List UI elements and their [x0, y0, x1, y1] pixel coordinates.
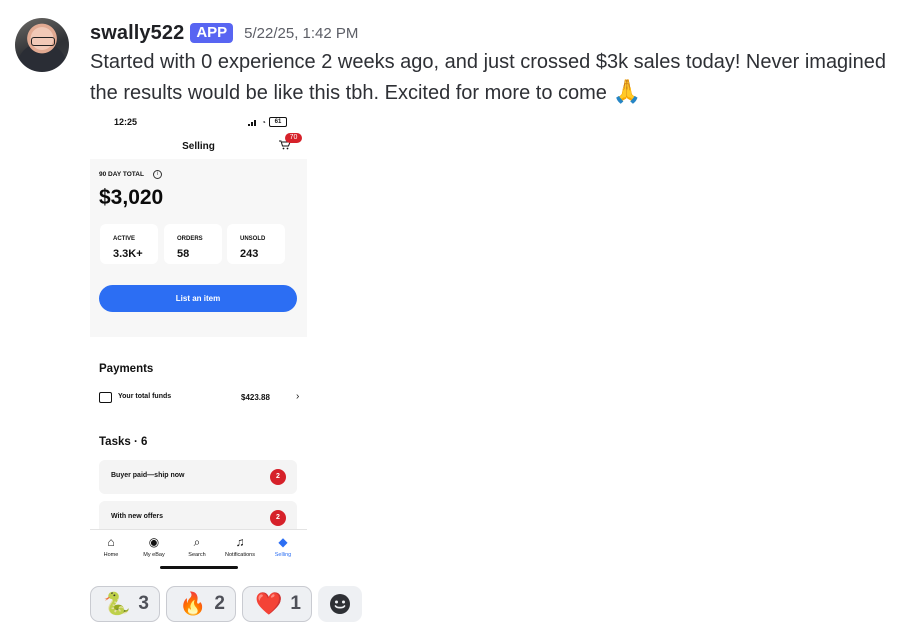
- reaction-fire[interactable]: 🔥 2: [165, 586, 236, 622]
- stat-orders: ORDERS 58: [164, 224, 222, 264]
- add-reaction-button[interactable]: [317, 586, 362, 622]
- task-label: Buyer paid—ship now: [111, 472, 185, 479]
- user-avatar[interactable]: [15, 18, 69, 72]
- tab-my-ebay: ◉ My eBay: [133, 535, 175, 558]
- tasks-title: Tasks · 6: [99, 436, 148, 448]
- stat-label: UNSOLD: [240, 236, 266, 242]
- payments-title: Payments: [99, 363, 154, 375]
- message-content: Started with 0 experience 2 weeks ago, a…: [90, 48, 900, 108]
- snake-emoji: 🐍: [103, 591, 131, 616]
- task-count-badge: 2: [270, 510, 286, 526]
- funds-label: Your total funds: [118, 393, 172, 400]
- chevron-right-icon: ›: [296, 391, 300, 402]
- reaction-snake[interactable]: 🐍 3: [90, 586, 160, 622]
- reaction-count: 2: [214, 593, 225, 614]
- task-label: With new offers: [111, 513, 164, 520]
- reaction-heart[interactable]: ❤️ 1: [241, 586, 312, 622]
- phone-status-bar: 12:25 ◔ 61: [90, 109, 307, 133]
- nav-title: Selling: [182, 141, 215, 152]
- info-icon: i: [153, 170, 162, 179]
- stat-value: 3.3K+: [113, 248, 143, 260]
- message-text: Started with 0 experience 2 weeks ago, a…: [90, 51, 886, 104]
- tab-label: My eBay: [143, 552, 165, 558]
- phone-tab-bar: ⌂ Home ◉ My eBay ⌕ Search ♫ Notification…: [90, 529, 307, 583]
- message-header: swally522 APP 5/22/25, 1:42 PM: [90, 21, 358, 45]
- stat-label: ACTIVE: [113, 236, 136, 242]
- fire-emoji: 🔥: [178, 591, 207, 616]
- tab-label: Home: [103, 552, 119, 558]
- summary-total: $3,020: [99, 186, 164, 209]
- tab-notifications: ♫ Notifications: [219, 535, 261, 558]
- battery-icon: 61: [269, 117, 287, 127]
- bell-icon: ♫: [235, 535, 245, 549]
- summary-label: 90 DAY TOTAL: [99, 171, 144, 178]
- status-time: 12:25: [114, 117, 138, 127]
- selling-summary: 90 DAY TOTAL i $3,020 ACTIVE 3.3K+ ORDER…: [90, 159, 307, 337]
- tab-home: ⌂ Home: [90, 535, 132, 558]
- app-badge: APP: [190, 23, 234, 43]
- wallet-icon: [99, 392, 112, 403]
- funds-value: $423.88: [241, 393, 270, 402]
- username[interactable]: swally522: [90, 22, 184, 45]
- stat-unsold: UNSOLD 243: [227, 224, 285, 264]
- total-funds-row: Your total funds $423.88 ›: [99, 391, 300, 406]
- smiley-icon: [329, 594, 350, 614]
- message-timestamp: 5/22/25, 1:42 PM: [244, 24, 359, 42]
- heart-emoji: ❤️: [254, 591, 283, 616]
- profile-icon: ◉: [148, 535, 160, 549]
- payments-tasks-section: Payments Your total funds $423.88 › Task…: [90, 337, 307, 535]
- tab-label: Notifications: [225, 552, 255, 558]
- search-icon: ⌕: [193, 535, 201, 549]
- stat-value: 243: [240, 248, 259, 260]
- tab-search: ⌕ Search: [176, 535, 218, 558]
- wifi-icon: ◔: [261, 117, 266, 127]
- cart-badge: 70: [285, 133, 302, 143]
- stat-active: ACTIVE 3.3K+: [100, 224, 158, 264]
- tab-selling: ◆ Selling: [262, 535, 304, 558]
- task-count-badge: 2: [270, 469, 286, 485]
- reaction-count: 1: [290, 593, 301, 614]
- list-item-button: List an item: [99, 285, 297, 312]
- avatar-glasses: [31, 37, 55, 46]
- tab-label: Search: [188, 552, 206, 558]
- folded-hands-emoji: 🙏: [612, 78, 642, 104]
- attached-screenshot[interactable]: 12:25 ◔ 61 Selling 70 90 DAY TOTAL i $3,…: [90, 109, 307, 583]
- tab-label: Selling: [274, 552, 292, 558]
- tag-icon: ◆: [278, 535, 288, 549]
- stat-value: 58: [177, 248, 190, 260]
- task-buyer-paid: Buyer paid—ship now 2: [99, 460, 297, 494]
- home-icon: ⌂: [107, 535, 115, 549]
- stat-label: ORDERS: [177, 236, 203, 242]
- selling-navbar: Selling: [90, 133, 307, 159]
- status-icons: ◔ 61: [248, 117, 287, 127]
- signal-icon: [248, 119, 258, 126]
- home-indicator: [160, 566, 238, 569]
- reaction-count: 3: [138, 593, 149, 614]
- reaction-bar: 🐍 3 🔥 2 ❤️ 1: [90, 586, 362, 622]
